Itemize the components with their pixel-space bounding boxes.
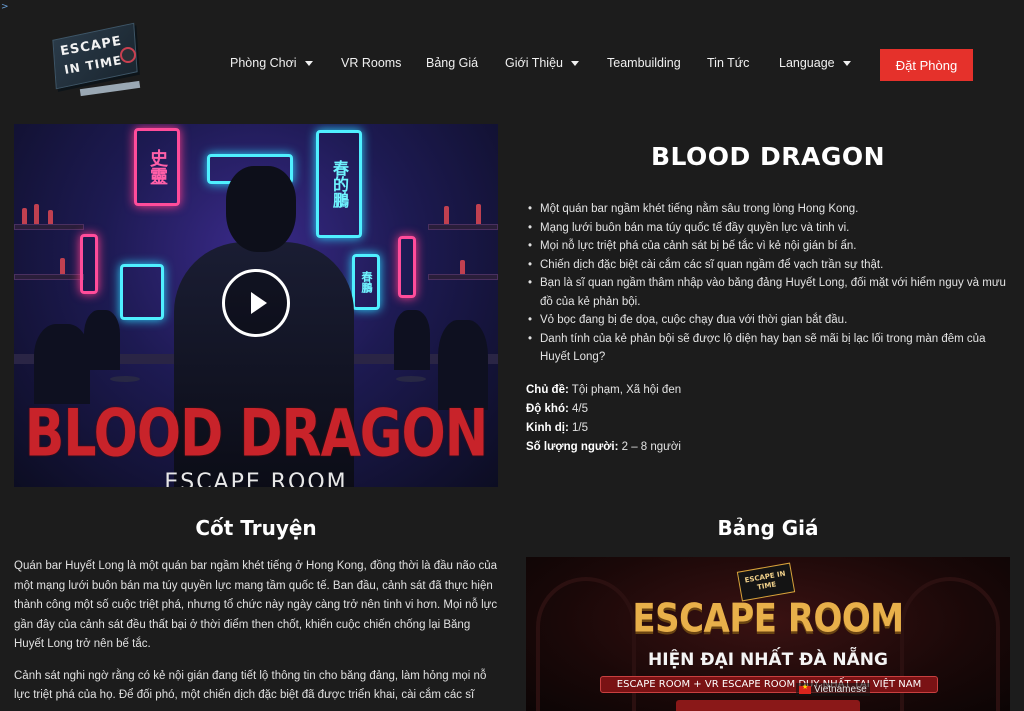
patron-silhouette: [34, 324, 90, 404]
nav-label: Bảng Giá: [426, 56, 479, 70]
banner-headline: ESCAPE ROOM: [632, 596, 904, 642]
room-facts: Chủ đề: Tội phạm, Xã hội đen Độ khó: 4/5…: [526, 381, 1006, 457]
bar-stool: [110, 376, 140, 382]
language-label: Vietnamese: [814, 684, 867, 695]
nav-label: Giới Thiệu: [505, 56, 563, 70]
chevron-down-icon: [842, 60, 851, 66]
language-switcher[interactable]: Vietnamese: [796, 683, 870, 696]
bottle: [48, 210, 53, 224]
neon-side-sign: [398, 236, 416, 298]
hero-title: BLOOD DRAGON: [24, 396, 488, 472]
banner-band-lower: [676, 700, 860, 711]
fact-difficulty: Độ khó: 4/5: [526, 400, 1006, 419]
nav-label: Tin Tức: [707, 56, 750, 70]
vietnam-flag-icon: [799, 683, 811, 694]
shelf: [428, 224, 498, 230]
story-paragraph: Cảnh sát nghi ngờ rằng có kẻ nội gián đa…: [14, 669, 487, 711]
list-item: Bạn là sĩ quan ngầm thâm nhập vào băng đ…: [528, 274, 1015, 311]
neon-sign-left: 史靈: [134, 128, 180, 206]
nav-item-vr-rooms[interactable]: VR Rooms: [341, 56, 401, 70]
logo-stripe: [79, 80, 141, 97]
bottle: [34, 204, 39, 224]
clock-icon: [120, 47, 136, 63]
neon-mask-sign: [120, 264, 164, 320]
fact-label: Độ khó:: [526, 403, 569, 415]
bottle: [460, 260, 465, 274]
list-item: Vỏ bọc đang bị đe dọa, cuộc chạy đua với…: [528, 311, 1015, 330]
fact-value: 4/5: [568, 403, 588, 415]
shelf: [14, 224, 84, 230]
bottle: [444, 206, 449, 224]
patron-silhouette: [394, 310, 430, 370]
list-item: Mạng lưới buôn bán ma túy quốc tế đầy qu…: [528, 219, 1015, 238]
fact-label: Số lượng người:: [526, 441, 619, 453]
list-item: Danh tính của kẻ phản bội sẽ được lộ diệ…: [528, 330, 1015, 367]
patron-silhouette: [84, 310, 120, 370]
chevron-down-icon: [571, 60, 579, 66]
nav-item-teambuilding[interactable]: Teambuilding: [607, 56, 681, 70]
story-text: Quán bar Huyết Long là một quán bar ngầm…: [14, 557, 500, 711]
nav-item-gioi-thieu[interactable]: Giới Thiệu: [505, 56, 579, 70]
page: > ESCAPE IN TIME Phòng Chơi VR Rooms Bản…: [0, 0, 1024, 711]
fact-label: Kinh dị:: [526, 422, 569, 434]
banner-subline: HIỆN ĐẠI NHẤT ĐÀ NẴNG: [648, 650, 888, 670]
banner-band: ESCAPE ROOM + VR ESCAPE ROOM DUY NHẤT TẠ…: [600, 676, 938, 693]
nav-item-tin-tuc[interactable]: Tin Tức: [707, 56, 749, 70]
hero-subtitle: ESCAPE ROOM: [164, 470, 348, 487]
pricing-banner[interactable]: ESCAPE IN TIME ESCAPE ROOM HIỆN ĐẠI NHẤT…: [526, 557, 1010, 711]
bar-stool: [396, 376, 426, 382]
fact-theme: Chủ đề: Tội phạm, Xã hội đen: [526, 381, 1006, 400]
nav-item-phong-choi[interactable]: Phòng Chơi: [230, 56, 313, 70]
pricing-title: Bảng Giá: [717, 516, 819, 540]
nav-item-bang-gia[interactable]: Bảng Giá: [426, 56, 478, 70]
neon-side-sign: [80, 234, 98, 294]
list-item: Mọi nỗ lực triệt phá của cảnh sát bị bế …: [528, 237, 1015, 256]
neon-sign-small: 春鵬: [352, 254, 380, 310]
fact-value: 1/5: [568, 422, 588, 434]
story-paragraph: Quán bar Huyết Long là một quán bar ngầm…: [14, 560, 498, 650]
bottle: [476, 204, 481, 224]
story-title: Cốt Truyện: [195, 516, 317, 540]
fact-value: 2 – 8 người: [618, 441, 681, 453]
nav-label: VR Rooms: [341, 56, 402, 70]
play-icon[interactable]: [222, 269, 290, 337]
chevron-down-icon: [304, 60, 313, 66]
hero-video[interactable]: 史靈 春的鵬 春鵬 BLOOD DRAGON ESCAPE ROOM: [14, 124, 498, 487]
nav-label: Phòng Chơi: [230, 56, 297, 70]
neon-sign-right: 春的鵬: [316, 130, 362, 238]
room-title: BLOOD DRAGON: [650, 142, 886, 171]
fact-horror: Kinh dị: 1/5: [526, 419, 1006, 438]
list-item: Chiến dịch đặc biệt cài cắm các sĩ quan …: [528, 256, 1015, 275]
nav-label: Language: [779, 56, 835, 70]
man-silhouette-head: [226, 166, 296, 252]
room-highlights: Một quán bar ngầm khét tiếng nằm sâu tro…: [528, 200, 1015, 367]
site-logo[interactable]: ESCAPE IN TIME: [50, 22, 145, 97]
book-room-button[interactable]: Đặt Phòng: [880, 49, 973, 81]
fact-value: Tội phạm, Xã hội đen: [568, 384, 682, 396]
shelf: [14, 274, 84, 280]
list-item: Một quán bar ngầm khét tiếng nằm sâu tro…: [528, 200, 1015, 219]
bottle: [60, 258, 65, 274]
nav-label: Teambuilding: [607, 56, 681, 70]
fact-label: Chủ đề:: [526, 384, 569, 396]
nav-item-language[interactable]: Language: [779, 56, 851, 70]
bottle: [22, 208, 27, 224]
site-header: ESCAPE IN TIME Phòng Chơi VR Rooms Bảng …: [0, 0, 1024, 120]
fact-players: Số lượng người: 2 – 8 người: [526, 438, 1006, 457]
shelf: [428, 274, 498, 280]
